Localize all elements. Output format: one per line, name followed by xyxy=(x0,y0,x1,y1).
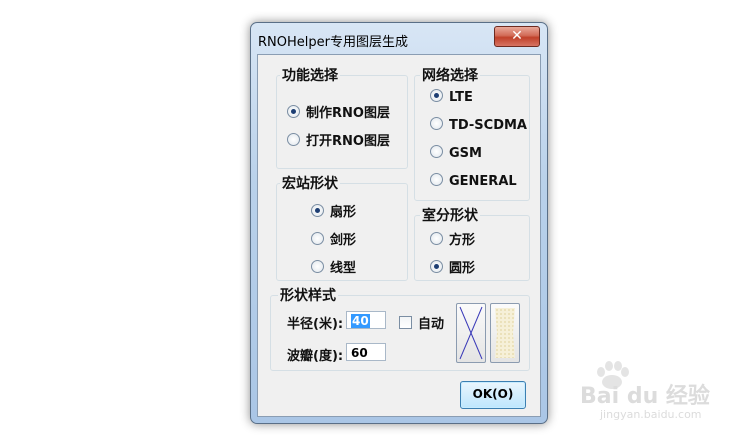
radio-td-scdma[interactable]: TD-SCDMA xyxy=(430,117,527,133)
radio-indicator xyxy=(430,173,443,186)
dialog-client-area: 功能选择 制作RNO图层 打开RNO图层 网络选择 LTE TD-SCDMA G… xyxy=(257,54,541,417)
cross-lines-icon xyxy=(459,306,483,360)
watermark-url: jingyan.baidu.com xyxy=(600,408,702,421)
radio-sword[interactable]: 剑形 xyxy=(311,229,356,248)
radio-circle[interactable]: 圆形 xyxy=(430,257,475,276)
indoor-shape-legend: 室分形状 xyxy=(420,205,480,225)
radio-lte[interactable]: LTE xyxy=(430,89,473,105)
radio-indicator xyxy=(287,133,300,146)
pattern-fill-icon xyxy=(495,308,515,358)
macro-shape-legend: 宏站形状 xyxy=(280,173,340,193)
beam-label: 波瓣(度): xyxy=(287,349,344,364)
radio-line[interactable]: 线型 xyxy=(311,257,356,276)
beam-input[interactable]: 60 xyxy=(346,343,386,361)
function-group xyxy=(276,75,408,169)
watermark-brand: Bai du 经验 xyxy=(580,384,710,409)
radio-indicator xyxy=(311,260,324,273)
radio-make-rno-layer[interactable]: 制作RNO图层 xyxy=(287,102,390,121)
radio-sector[interactable]: 扇形 xyxy=(311,201,356,220)
function-group-legend: 功能选择 xyxy=(280,65,340,85)
radius-label: 半径(米): xyxy=(287,317,344,332)
ok-button[interactable]: OK(O) xyxy=(460,381,526,409)
auto-checkbox[interactable]: 自动 xyxy=(399,313,444,332)
window-title: RNOHelper专用图层生成 xyxy=(258,35,408,50)
radio-indicator xyxy=(287,105,300,118)
close-button[interactable]: ✕ xyxy=(494,26,540,47)
radio-indicator xyxy=(311,204,324,217)
dialog-window: RNOHelper专用图层生成 ✕ 功能选择 制作RNO图层 打开RNO图层 网… xyxy=(250,22,548,424)
checkbox-indicator xyxy=(399,316,412,329)
radio-gsm[interactable]: GSM xyxy=(430,145,482,161)
shape-style-button-pattern[interactable] xyxy=(490,303,520,363)
radio-general[interactable]: GENERAL xyxy=(430,173,517,189)
network-group-legend: 网络选择 xyxy=(420,65,480,85)
radio-open-rno-layer[interactable]: 打开RNO图层 xyxy=(287,130,390,149)
radio-indicator xyxy=(430,145,443,158)
radio-indicator xyxy=(311,232,324,245)
radio-indicator xyxy=(430,260,443,273)
shape-style-button-cross[interactable] xyxy=(456,303,486,363)
radio-square[interactable]: 方形 xyxy=(430,229,475,248)
radio-indicator xyxy=(430,117,443,130)
radius-input[interactable]: 40 xyxy=(346,311,386,329)
shape-style-legend: 形状样式 xyxy=(278,285,338,305)
radio-indicator xyxy=(430,232,443,245)
radio-indicator xyxy=(430,89,443,102)
